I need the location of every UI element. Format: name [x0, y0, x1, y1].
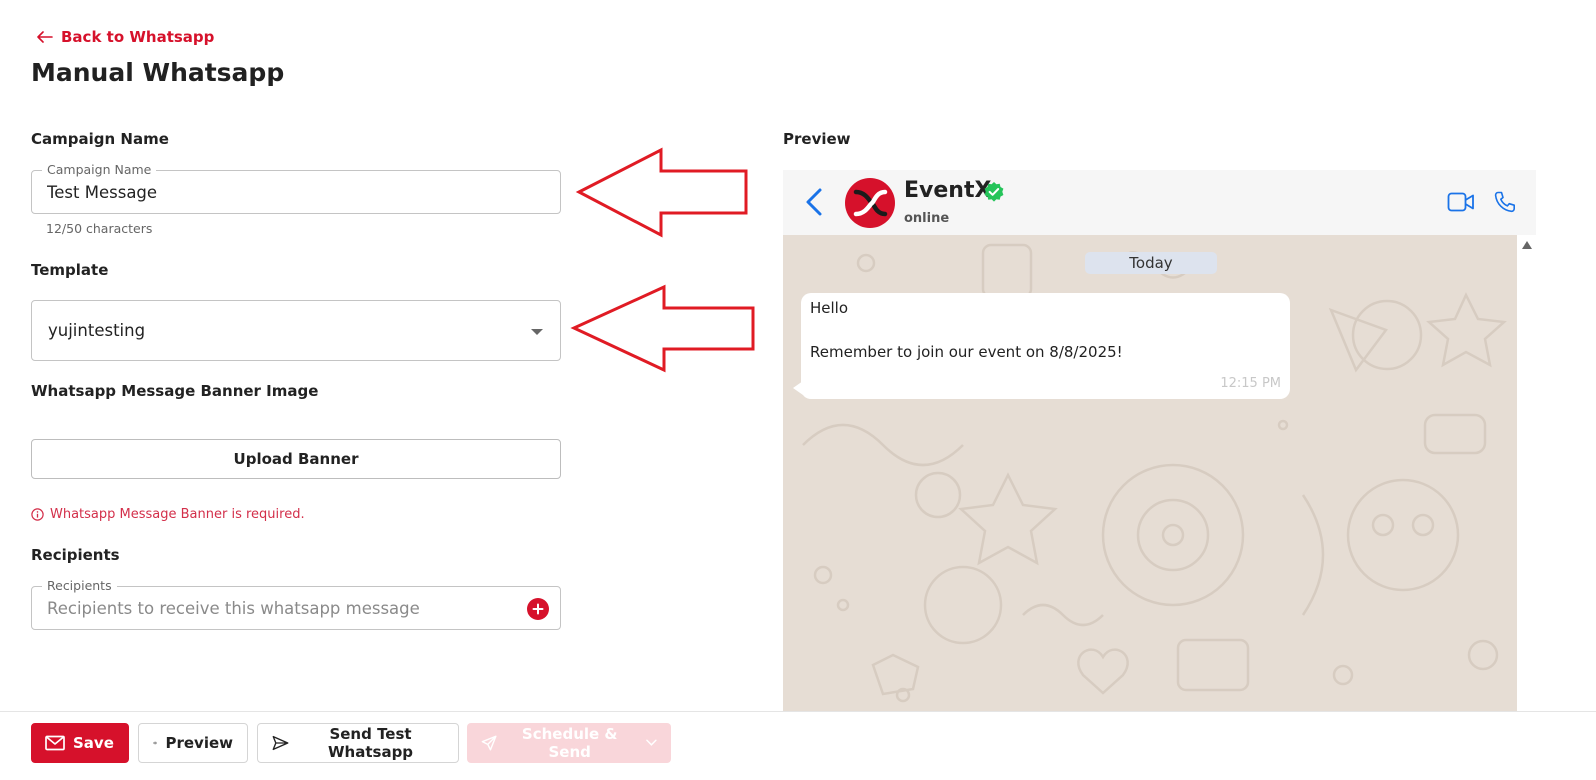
plus-icon	[532, 603, 544, 615]
contact-status: online	[904, 211, 950, 226]
contact-name: EventX	[904, 178, 992, 203]
chat-body: Today Hello Remember to join our event o…	[783, 235, 1517, 715]
video-call-icon[interactable]	[1447, 191, 1475, 213]
schedule-send-button-label: Schedule & Send	[521, 725, 618, 761]
chevron-down-icon[interactable]	[646, 739, 657, 747]
campaign-name-field: Campaign Name	[31, 163, 561, 214]
preview-section-label: Preview	[783, 130, 851, 148]
caret-down-icon	[531, 329, 543, 335]
eye-icon	[153, 741, 158, 745]
footer-action-bar: Save Preview Send Test Whatsapp Schedule…	[0, 711, 1596, 780]
add-recipient-button[interactable]	[527, 598, 549, 620]
scroll-up-arrow-icon[interactable]	[1522, 241, 1532, 249]
template-select[interactable]: yujintesting	[31, 300, 561, 361]
recipients-input[interactable]	[47, 587, 517, 629]
chat-header: EventX online	[783, 170, 1536, 235]
banner-section-label: Whatsapp Message Banner Image	[31, 382, 319, 400]
banner-error-message: Whatsapp Message Banner is required.	[31, 507, 305, 522]
page-title: Manual Whatsapp	[31, 58, 285, 87]
preview-button-label: Preview	[165, 734, 233, 752]
mail-icon	[45, 735, 65, 751]
campaign-name-section-label: Campaign Name	[31, 130, 169, 148]
send-test-button-label: Send Test Whatsapp	[328, 725, 414, 761]
message-line-1: Hello	[810, 299, 849, 317]
message-time: 12:15 PM	[1220, 376, 1281, 391]
verified-badge-icon	[984, 182, 1004, 202]
upload-banner-button[interactable]: Upload Banner	[31, 439, 561, 479]
send-icon	[481, 735, 497, 751]
recipients-field: Recipients	[31, 579, 561, 630]
phone-call-icon[interactable]	[1493, 190, 1517, 214]
save-button-label: Save	[73, 734, 114, 752]
arrow-left-icon	[37, 31, 53, 43]
template-section-label: Template	[31, 261, 109, 279]
preview-scrollbar[interactable]	[1517, 235, 1536, 715]
back-link-label: Back to Whatsapp	[61, 28, 215, 46]
message-line-2: Remember to join our event on 8/8/2025!	[810, 343, 1123, 361]
save-button[interactable]: Save	[31, 723, 129, 763]
chevron-left-icon[interactable]	[803, 187, 825, 217]
whatsapp-preview: EventX online Today Hello Remember to jo…	[783, 170, 1536, 715]
preview-button[interactable]: Preview	[138, 723, 248, 763]
back-to-whatsapp-link[interactable]: Back to Whatsapp	[36, 28, 214, 46]
date-pill: Today	[1085, 252, 1217, 274]
send-icon	[272, 735, 289, 751]
campaign-name-char-count: 12/50 characters	[46, 221, 153, 236]
annotation-arrow-icon	[570, 284, 755, 373]
recipients-section-label: Recipients	[31, 546, 120, 564]
send-test-whatsapp-button[interactable]: Send Test Whatsapp	[257, 723, 459, 763]
info-circle-icon	[31, 508, 44, 521]
annotation-arrow-icon	[575, 147, 748, 238]
banner-error-text: Whatsapp Message Banner is required.	[50, 507, 305, 522]
template-select-value: yujintesting	[48, 321, 146, 340]
message-bubble: Hello Remember to join our event on 8/8/…	[801, 293, 1290, 399]
eventx-logo-icon	[853, 189, 888, 217]
campaign-name-input[interactable]	[47, 171, 517, 213]
schedule-send-button[interactable]: Schedule & Send	[467, 723, 671, 763]
avatar	[845, 178, 895, 228]
